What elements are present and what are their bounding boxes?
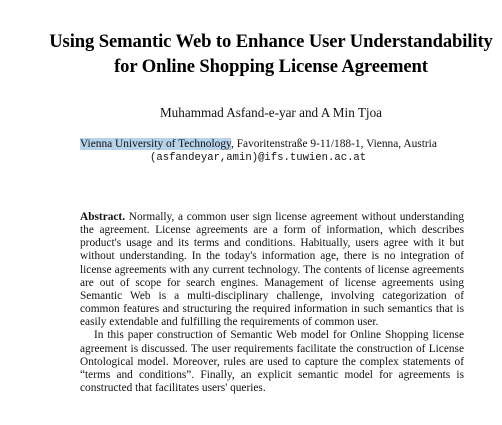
paper-title: Using Semantic Web to Enhance User Under… bbox=[20, 29, 502, 79]
abstract-label: Abstract. bbox=[80, 211, 126, 223]
paper-authors: Muhammad Asfand-e-yar and A Min Tjoa bbox=[159, 105, 383, 120]
selected-affiliation-text[interactable]: Vienna University of Technology bbox=[80, 138, 231, 150]
abstract-section: Abstract. Normally, a common user sign l… bbox=[80, 211, 464, 395]
affiliation-address: , Favoritenstraße 9-11/188-1, Vienna, Au… bbox=[231, 138, 437, 150]
paper-title-line-1: Using Semantic Web to Enhance User Under… bbox=[49, 31, 493, 52]
paper-title-line-2: for Online Shopping License Agreement bbox=[114, 56, 428, 77]
abstract-paragraph-2: In this paper construction of Semantic W… bbox=[80, 329, 464, 395]
author-emails: (asfandeyar,amin)@ifs.tuwien.ac.at bbox=[150, 152, 367, 164]
abstract-paragraph-1: Abstract. Normally, a common user sign l… bbox=[80, 211, 464, 329]
paper-affiliation: Vienna University of Technology, Favorit… bbox=[80, 136, 500, 152]
abstract-text-1: Normally, a common user sign license agr… bbox=[80, 211, 464, 329]
